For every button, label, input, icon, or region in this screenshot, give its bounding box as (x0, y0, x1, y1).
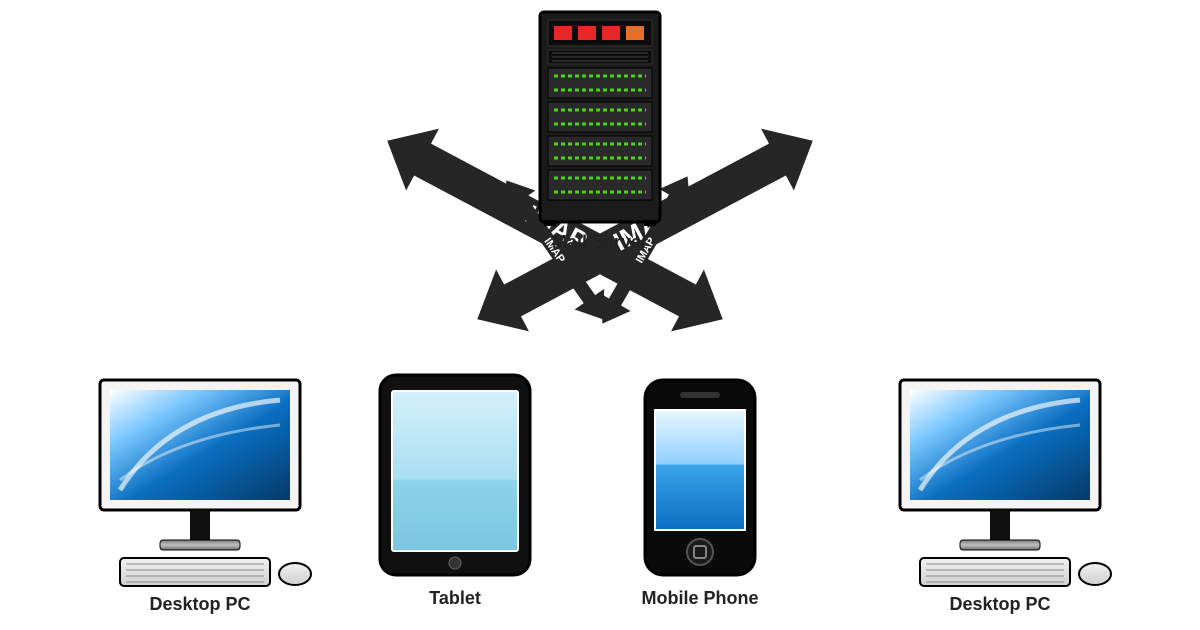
desktop-pc-right-label: Desktop PC (949, 594, 1050, 615)
tablet-label: Tablet (429, 588, 481, 609)
mail-server-icon (540, 12, 660, 226)
desktop-pc-right-icon (900, 380, 1111, 586)
mail-server-label: Mail Server (552, 232, 648, 253)
diagram-stage: IMAP IMAP IMAP IMAP (0, 0, 1200, 630)
desktop-pc-left-label: Desktop PC (149, 594, 250, 615)
mobile-phone-icon (645, 380, 755, 575)
desktop-pc-left-icon (100, 380, 311, 586)
tablet-icon (380, 375, 530, 575)
diagram-canvas: IMAP IMAP IMAP IMAP (0, 0, 1200, 630)
mobile-phone-label: Mobile Phone (642, 588, 759, 609)
